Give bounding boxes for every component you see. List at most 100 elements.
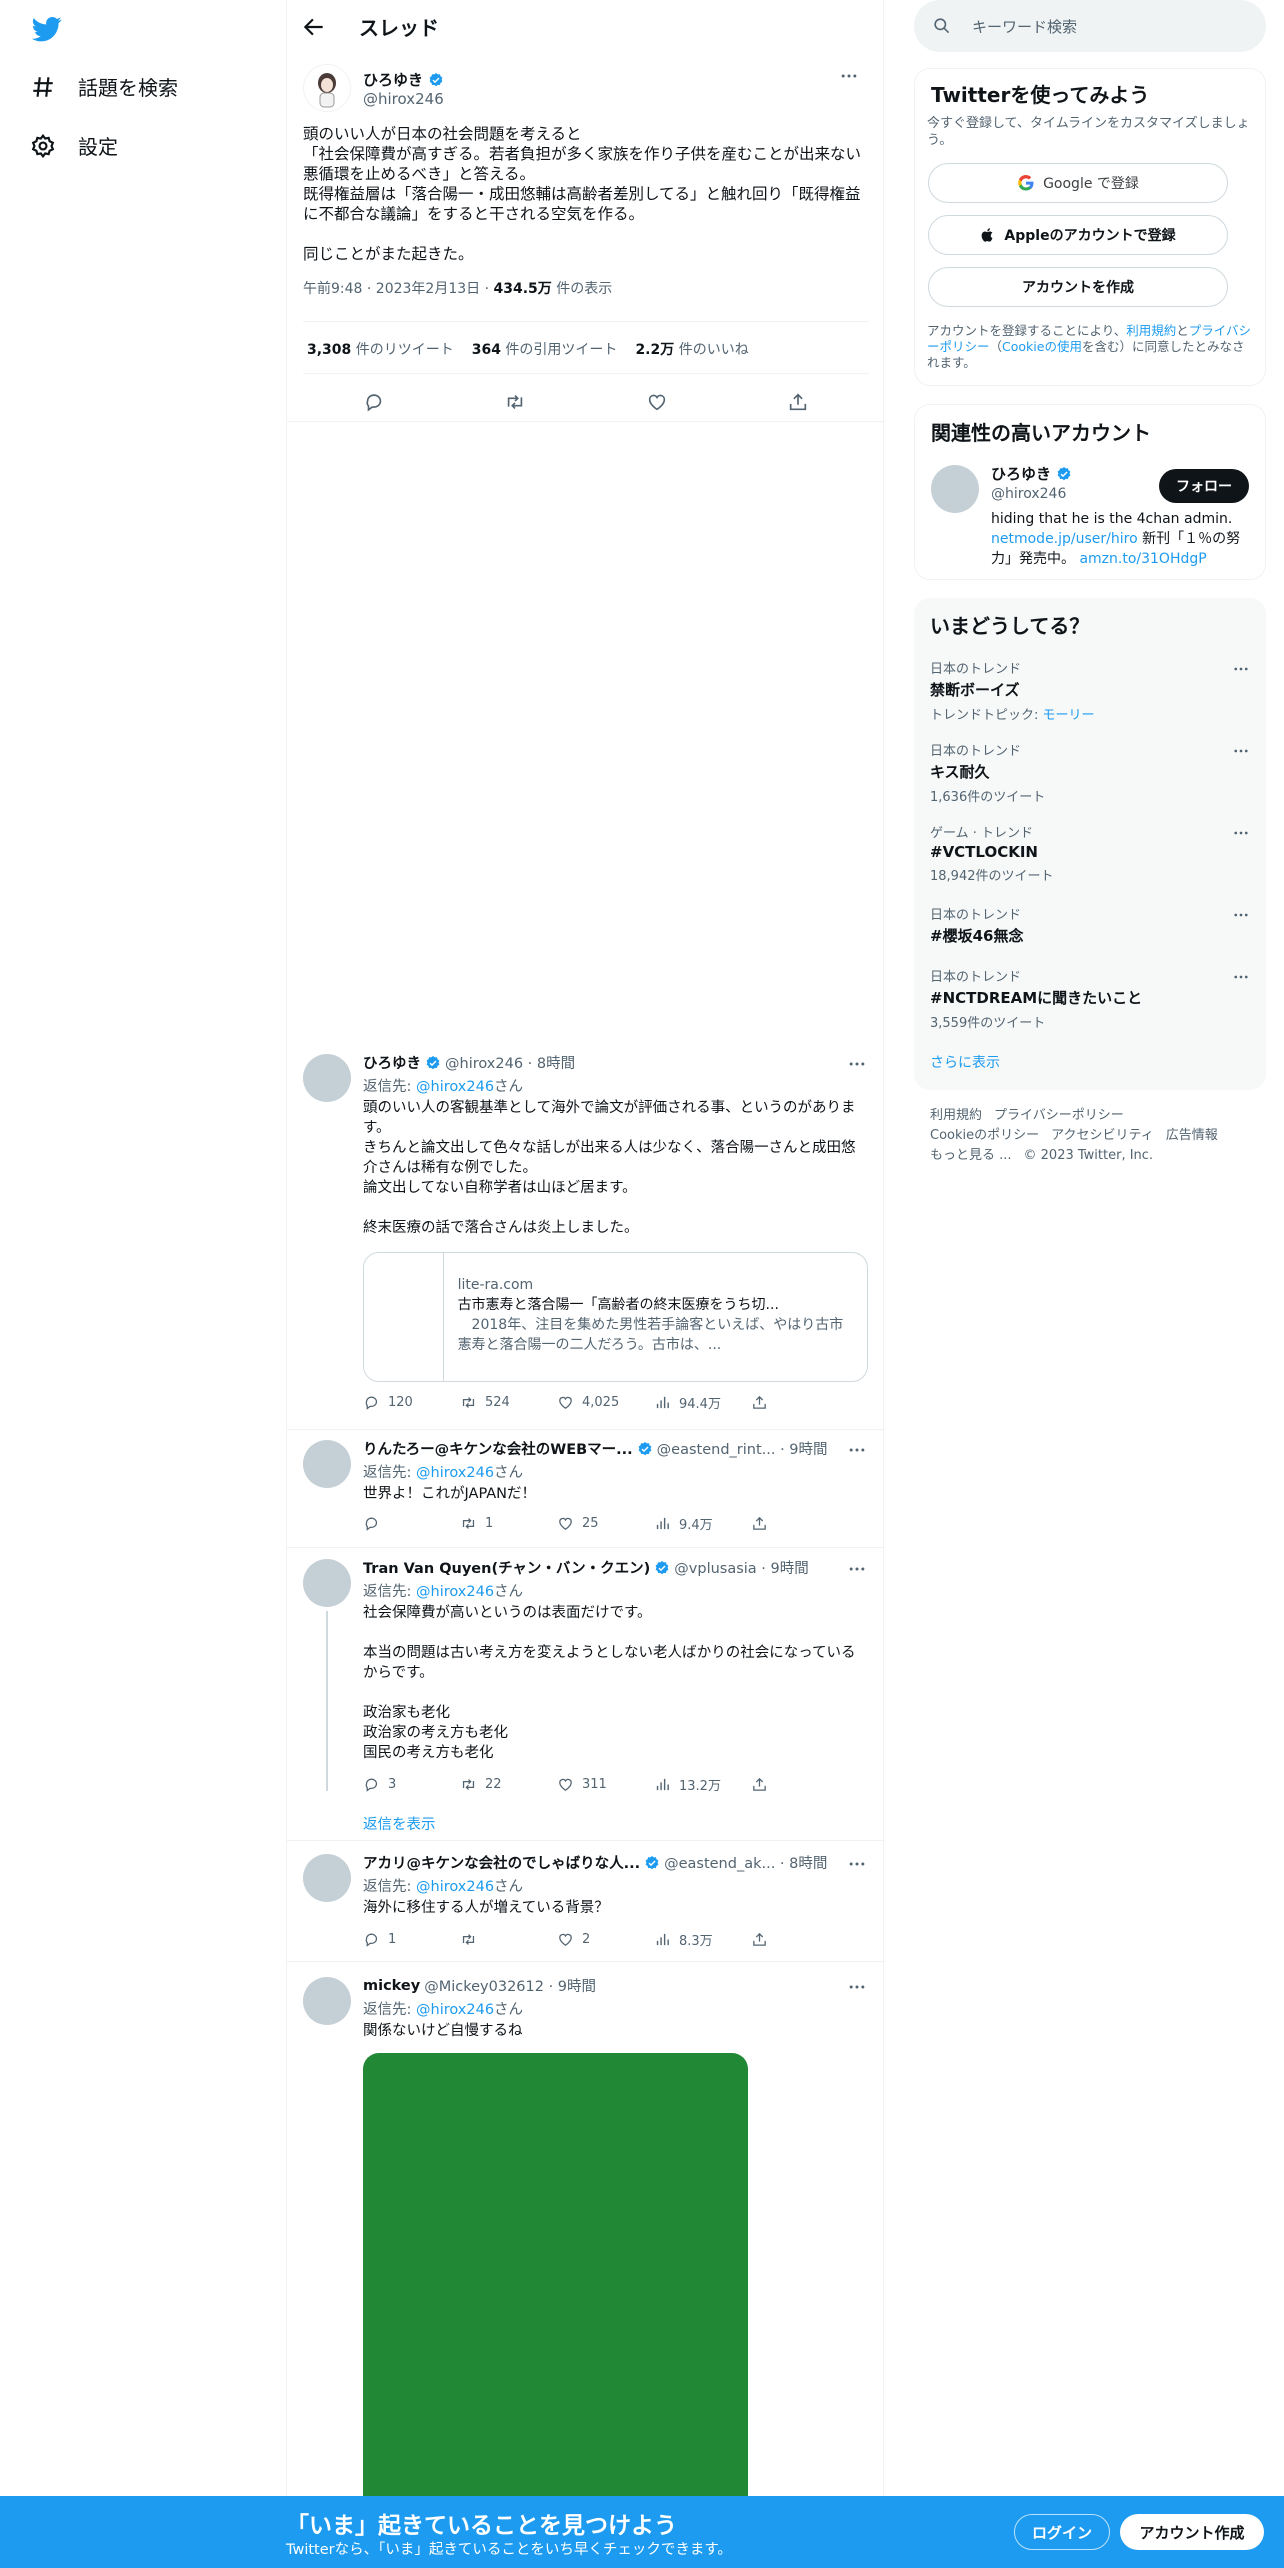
avatar[interactable]: [303, 64, 351, 112]
related-handle[interactable]: @hirox246: [991, 486, 1072, 502]
more-options-icon[interactable]: [847, 1977, 867, 1997]
apple-signup-button[interactable]: Appleのアカウントで登録: [928, 215, 1228, 255]
reply-handle-time[interactable]: @vplusasia · 9時間: [674, 1557, 808, 1578]
reply-tweet[interactable]: アカリ@キケンな会社のでしゃばりな人... @eastend_ak... · 8…: [287, 1842, 885, 1962]
reply-author-name[interactable]: アカリ@キケンな会社のでしゃばりな人...: [363, 1852, 640, 1873]
more-options-icon[interactable]: [847, 1440, 867, 1460]
login-button[interactable]: ログイン: [1014, 2514, 1110, 2550]
like-count[interactable]: 4,025: [557, 1393, 654, 1412]
reply-count[interactable]: 120: [363, 1393, 460, 1412]
search-box[interactable]: キーワード検索: [914, 0, 1266, 52]
reply-author-name[interactable]: ひろゆき: [363, 1052, 421, 1073]
retweet-count[interactable]: 1: [460, 1514, 557, 1533]
reply-icon[interactable]: [363, 391, 385, 413]
reply-to-link[interactable]: @hirox246: [416, 2002, 494, 2018]
reply-count[interactable]: [363, 1514, 460, 1533]
view-count[interactable]: 8.3万: [654, 1930, 751, 1949]
tweet-time[interactable]: 午前9:48 · 2023年2月13日 ·: [303, 281, 494, 297]
reply-handle-time[interactable]: @hirox246 · 8時間: [445, 1052, 575, 1073]
bio-link[interactable]: amzn.to/31OHdgP: [1079, 551, 1206, 567]
trend-item[interactable]: 日本のトレンド キス耐久 1,636件のツイート: [930, 740, 1250, 805]
retweet-count[interactable]: 22: [460, 1775, 557, 1794]
retweet-count[interactable]: 524: [460, 1393, 557, 1412]
footer-link[interactable]: Cookieのポリシー: [930, 1128, 1039, 1143]
avatar[interactable]: [303, 1854, 351, 1902]
author-handle[interactable]: @hirox246: [363, 90, 444, 108]
twitter-logo-icon[interactable]: [30, 14, 64, 44]
trend-item[interactable]: 日本のトレンド #櫻坂46無念: [930, 904, 1250, 946]
footer-link[interactable]: プライバシーポリシー: [994, 1108, 1124, 1123]
reply-to-link[interactable]: @hirox246: [416, 1079, 494, 1095]
retweet-count[interactable]: [460, 1930, 557, 1949]
more-options-icon[interactable]: [1232, 968, 1250, 986]
avatar[interactable]: [303, 1559, 351, 1607]
reply-author-name[interactable]: りんたろー@キケンな会社のWEBマー...: [363, 1438, 633, 1459]
back-arrow-icon[interactable]: [301, 14, 327, 40]
nav-explore[interactable]: 話題を検索: [30, 72, 178, 101]
more-options-icon[interactable]: [1232, 906, 1250, 924]
view-count[interactable]: 94.4万: [654, 1393, 751, 1412]
reply-author-name[interactable]: Tran Van Quyen(チャン・バン・クエン): [363, 1557, 650, 1578]
show-more-trends-link[interactable]: さらに表示: [930, 1052, 1000, 1072]
link-card[interactable]: lite-ra.com 古市憲寿と落合陽一「高齢者の終末医療をうち切... 20…: [363, 1252, 868, 1382]
share-icon[interactable]: [787, 391, 809, 413]
reply-handle-time[interactable]: @Mickey032612 · 9時間: [424, 1975, 596, 1996]
reply-tweet[interactable]: ひろゆき @hirox246 · 8時間 返信先: @hirox246さん 頭の…: [287, 1040, 885, 1430]
avatar[interactable]: [303, 1977, 351, 2025]
like-count[interactable]: 311: [557, 1775, 654, 1794]
cookie-link[interactable]: Cookieの使用: [1002, 339, 1082, 354]
like-count[interactable]: 25: [557, 1514, 654, 1533]
more-options-icon[interactable]: [1232, 824, 1250, 842]
like-count[interactable]: 2: [557, 1930, 654, 1949]
reply-count[interactable]: 3: [363, 1775, 460, 1794]
likes-stat[interactable]: 2.2万 件のいいね: [635, 339, 748, 359]
share-button[interactable]: [751, 1393, 848, 1412]
terms-link[interactable]: 利用規約: [1126, 323, 1176, 338]
follow-button[interactable]: フォロー: [1159, 469, 1249, 503]
reply-to-link[interactable]: @hirox246: [416, 1879, 494, 1895]
reply-to-link[interactable]: @hirox246: [416, 1465, 494, 1481]
share-button[interactable]: [751, 1514, 848, 1533]
show-replies-link[interactable]: 返信を表示: [363, 1813, 436, 1834]
trend-item[interactable]: 日本のトレンド 禁断ボーイズ トレンドトピック: モーリー: [930, 658, 1250, 723]
quotes-stat[interactable]: 364 件の引用ツイート: [472, 339, 618, 359]
footer-link[interactable]: アクセシビリティ: [1051, 1128, 1154, 1143]
reply-tweet[interactable]: りんたろー@キケンな会社のWEBマー... @eastend_rint... ·…: [287, 1430, 885, 1548]
nav-settings[interactable]: 設定: [30, 131, 118, 160]
avatar[interactable]: [931, 465, 979, 513]
retweets-stat[interactable]: 3,308 件のリツイート: [307, 339, 454, 359]
share-button[interactable]: [751, 1775, 848, 1794]
share-button[interactable]: [751, 1930, 848, 1949]
like-heart-icon[interactable]: [646, 391, 668, 413]
reply-handle-time[interactable]: @eastend_ak... · 8時間: [664, 1852, 827, 1873]
author-name[interactable]: ひろゆき: [363, 71, 423, 89]
footer-link[interactable]: 広告情報: [1166, 1128, 1218, 1143]
view-count[interactable]: 9.4万: [654, 1514, 751, 1533]
signup-button[interactable]: アカウント作成: [1120, 2514, 1264, 2550]
more-options-icon[interactable]: [839, 66, 859, 86]
footer-link[interactable]: 利用規約: [930, 1108, 982, 1123]
reply-tweet[interactable]: Tran Van Quyen(チャン・バン・クエン) @vplusasia · …: [287, 1549, 885, 1841]
reply-handle-time[interactable]: @eastend_rint... · 9時間: [657, 1438, 828, 1459]
more-options-icon[interactable]: [1232, 660, 1250, 678]
trend-topic-link[interactable]: モーリー: [1043, 708, 1095, 723]
retweet-icon[interactable]: [504, 391, 526, 413]
attached-image[interactable]: [363, 2053, 748, 2568]
reply-tweet[interactable]: mickey @Mickey032612 · 9時間 返信先: @hirox24…: [287, 1963, 885, 2568]
related-name[interactable]: ひろゆき: [991, 465, 1051, 483]
google-signup-button[interactable]: Google で登録: [928, 163, 1228, 203]
create-account-button[interactable]: アカウントを作成: [928, 267, 1228, 307]
bio-link[interactable]: netmode.jp/user/hiro: [991, 531, 1138, 547]
trend-item[interactable]: 日本のトレンド #NCTDREAMに聞きたいこと 3,559件のツイート: [930, 966, 1250, 1031]
more-options-icon[interactable]: [847, 1054, 867, 1074]
reply-to-link[interactable]: @hirox246: [416, 1584, 494, 1600]
more-options-icon[interactable]: [847, 1559, 867, 1579]
more-options-icon[interactable]: [847, 1854, 867, 1874]
reply-author-name[interactable]: mickey: [363, 1978, 420, 1994]
reply-count[interactable]: 1: [363, 1930, 460, 1949]
footer-more-link[interactable]: もっと見る ...: [930, 1148, 1012, 1163]
view-count[interactable]: 13.2万: [654, 1775, 751, 1794]
more-options-icon[interactable]: [1232, 742, 1250, 760]
avatar[interactable]: [303, 1054, 351, 1102]
avatar[interactable]: [303, 1440, 351, 1488]
